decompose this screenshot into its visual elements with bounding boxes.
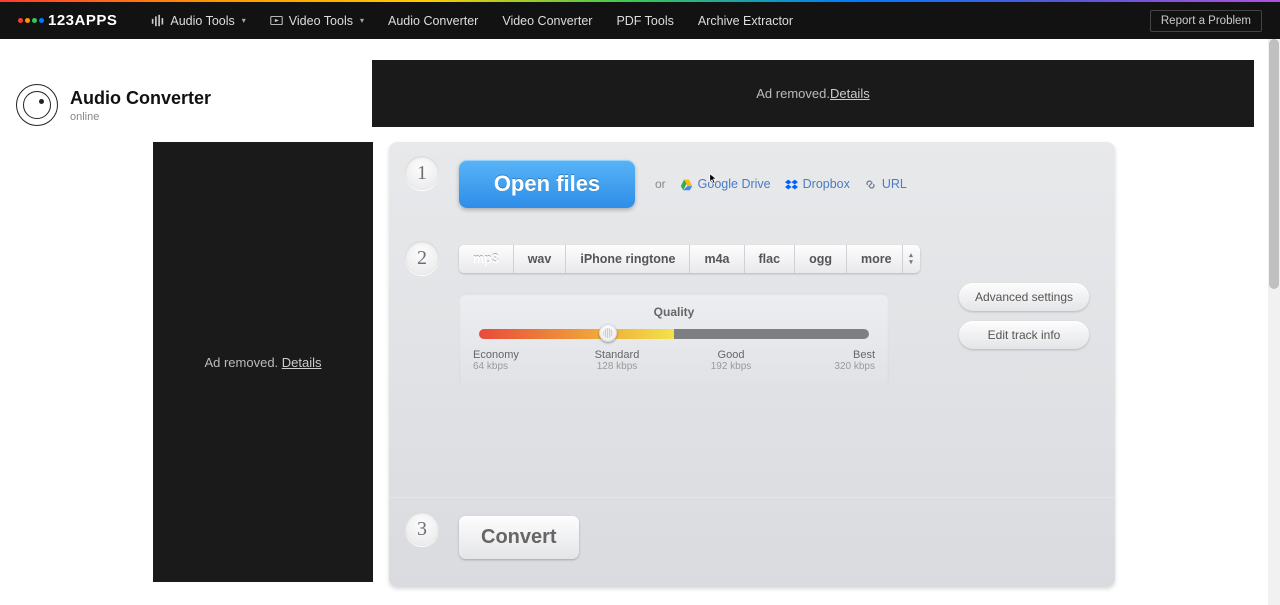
or-text: or bbox=[655, 177, 666, 191]
scrollbar-thumb[interactable] bbox=[1269, 39, 1279, 289]
source-dropbox[interactable]: Dropbox bbox=[785, 177, 850, 191]
nav-label: PDF Tools bbox=[616, 14, 673, 28]
slider-ticks: Economy64 kbps Standard128 kbps Good192 … bbox=[479, 349, 869, 372]
open-files-button[interactable]: Open files bbox=[459, 160, 635, 208]
format-tab-more[interactable]: more bbox=[847, 245, 920, 273]
nav-label: Video Tools bbox=[289, 14, 353, 28]
report-problem-button[interactable]: Report a Problem bbox=[1150, 10, 1262, 32]
dropbox-icon bbox=[785, 178, 798, 191]
format-tab-mp3[interactable]: mp3 bbox=[459, 245, 514, 273]
step-number: 2 bbox=[405, 241, 439, 275]
source-label: Google Drive bbox=[698, 177, 771, 191]
nav-archive-extractor[interactable]: Archive Extractor bbox=[686, 2, 805, 39]
source-google-drive[interactable]: Google Drive bbox=[680, 177, 771, 191]
nav-audio-tools[interactable]: Audio Tools ▾ bbox=[139, 2, 257, 39]
ad-details-link[interactable]: Details bbox=[282, 355, 322, 370]
audio-converter-icon bbox=[16, 84, 58, 126]
format-tab-flac[interactable]: flac bbox=[745, 245, 796, 273]
link-icon bbox=[864, 178, 877, 191]
logo-dots-icon bbox=[18, 18, 44, 23]
step-1: 1 Open files or Google Drive Dropbox URL bbox=[389, 142, 1115, 226]
scrollbar[interactable] bbox=[1268, 39, 1280, 605]
ad-removed-text: Ad removed. bbox=[204, 355, 281, 370]
tick-economy: Economy64 kbps bbox=[473, 349, 533, 372]
quality-slider[interactable] bbox=[479, 329, 869, 339]
nav-video-converter[interactable]: Video Converter bbox=[490, 2, 604, 39]
nav-audio-converter[interactable]: Audio Converter bbox=[376, 2, 490, 39]
chevron-down-icon: ▾ bbox=[242, 16, 246, 25]
quality-title: Quality bbox=[479, 305, 869, 319]
ad-details-link[interactable]: Details bbox=[830, 86, 870, 101]
ad-banner-top: Ad removed. Details bbox=[372, 60, 1254, 127]
equalizer-icon bbox=[151, 14, 164, 27]
convert-button[interactable]: Convert bbox=[459, 516, 579, 559]
step-2: 2 mp3 wav iPhone ringtone m4a flac ogg m… bbox=[389, 227, 1115, 497]
source-label: Dropbox bbox=[803, 177, 850, 191]
step-3: 3 Convert bbox=[389, 498, 1115, 587]
nav-video-tools[interactable]: Video Tools ▾ bbox=[258, 2, 376, 39]
brand-logo[interactable]: 123APPS bbox=[18, 12, 117, 29]
slider-knob[interactable] bbox=[599, 324, 617, 342]
nav-label: Video Converter bbox=[502, 14, 592, 28]
source-url[interactable]: URL bbox=[864, 177, 907, 191]
nav-label: Audio Tools bbox=[170, 14, 234, 28]
chevron-down-icon: ▾ bbox=[360, 16, 364, 25]
tick-standard: Standard128 kbps bbox=[587, 349, 647, 372]
edit-track-info-button[interactable]: Edit track info bbox=[959, 321, 1089, 349]
converter-panel: 1 Open files or Google Drive Dropbox URL bbox=[389, 142, 1115, 587]
step-number: 3 bbox=[405, 512, 439, 546]
brand-text: 123APPS bbox=[48, 12, 117, 29]
google-drive-icon bbox=[680, 178, 693, 191]
ad-removed-text: Ad removed. bbox=[756, 86, 830, 101]
format-tab-ogg[interactable]: ogg bbox=[795, 245, 847, 273]
nav-label: Audio Converter bbox=[388, 14, 478, 28]
page-title: Audio Converter bbox=[70, 88, 211, 109]
source-label: URL bbox=[882, 177, 907, 191]
ad-banner-left: Ad removed. Details bbox=[153, 142, 373, 582]
format-tab-wav[interactable]: wav bbox=[514, 245, 567, 273]
tick-best: Best320 kbps bbox=[815, 349, 875, 372]
stepper-icon[interactable] bbox=[902, 245, 920, 273]
step-number: 1 bbox=[405, 156, 439, 190]
page-subtitle: online bbox=[70, 111, 211, 123]
quality-box: Quality Economy64 kbps Standard128 kbps … bbox=[459, 293, 889, 386]
format-tab-m4a[interactable]: m4a bbox=[690, 245, 744, 273]
advanced-settings-button[interactable]: Advanced settings bbox=[959, 283, 1089, 311]
video-icon bbox=[270, 14, 283, 27]
nav-pdf-tools[interactable]: PDF Tools bbox=[604, 2, 685, 39]
more-label: more bbox=[861, 252, 892, 266]
format-tab-iphone[interactable]: iPhone ringtone bbox=[566, 245, 690, 273]
top-nav: 123APPS Audio Tools ▾ Video Tools ▾ Audi… bbox=[0, 2, 1280, 39]
format-tabs: mp3 wav iPhone ringtone m4a flac ogg mor… bbox=[459, 245, 920, 273]
tick-good: Good192 kbps bbox=[701, 349, 761, 372]
nav-label: Archive Extractor bbox=[698, 14, 793, 28]
